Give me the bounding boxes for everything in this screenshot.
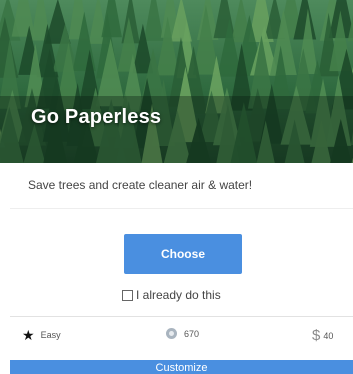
points-icon: [166, 328, 177, 339]
forest-image: [0, 0, 353, 163]
already-do-this-checkbox[interactable]: [122, 289, 133, 301]
savings-value: 40: [323, 330, 334, 341]
already-do-this-option[interactable]: I already do this: [122, 288, 221, 302]
difficulty-stat: ★ Easy: [22, 328, 61, 342]
divider: [10, 316, 353, 317]
difficulty-label: Easy: [40, 330, 61, 340]
already-do-this-label: I already do this: [136, 288, 221, 302]
tree-shape: [143, 0, 164, 41]
card-description: Save trees and create cleaner air & wate…: [28, 178, 253, 192]
star-icon: ★: [22, 327, 35, 343]
stats-row: ★ Easy 670 $ 40: [0, 328, 353, 352]
tree-shape: [11, 0, 36, 37]
action-card: Go Paperless Save trees and create clean…: [0, 0, 353, 374]
choose-button[interactable]: Choose: [124, 234, 242, 274]
savings-stat: $ 40: [312, 328, 333, 343]
divider: [10, 208, 353, 209]
dollar-icon: $: [312, 327, 321, 344]
hero-image: Go Paperless: [0, 0, 353, 163]
points-stat: 670: [166, 328, 199, 339]
customize-button[interactable]: Customize: [10, 360, 353, 374]
points-value: 670: [184, 328, 200, 339]
card-title: Go Paperless: [31, 106, 162, 128]
